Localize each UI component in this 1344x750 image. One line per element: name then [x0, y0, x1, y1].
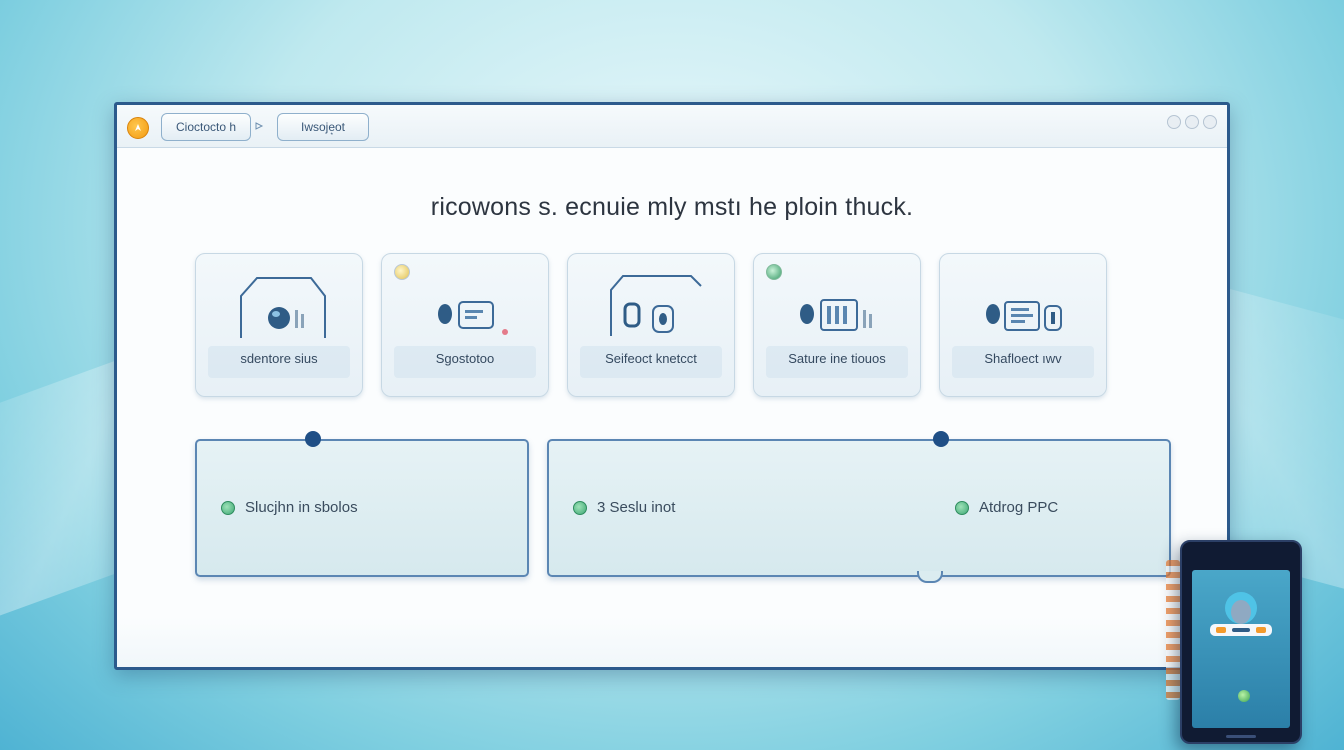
bottom-fade	[117, 617, 1227, 667]
feature-card[interactable]: Shafloect ıwv	[939, 253, 1107, 397]
tab-pin-icon[interactable]	[254, 121, 264, 131]
phone-device	[1180, 540, 1302, 744]
status-dot-icon	[955, 500, 969, 515]
tab-first[interactable]: Cioctocto h	[161, 113, 251, 141]
card-label: Sgostotoo	[435, 351, 495, 366]
status-dot-icon	[221, 500, 235, 515]
panel-handle[interactable]	[305, 431, 321, 447]
cable	[1166, 560, 1180, 700]
app-window: Cioctocto h Iwsoje͙ot ricowons s. ecnuie…	[114, 102, 1230, 670]
card-label: Seifeoct knetcct	[605, 351, 697, 366]
feature-card[interactable]: Sature ine tiouos	[753, 253, 921, 397]
panel-item[interactable]: Slucjhn in sbolos	[221, 499, 358, 516]
feature-card[interactable]: Sgostotoo	[381, 253, 549, 397]
phone-lock-icon	[568, 266, 734, 346]
title-bar: Cioctocto h Iwsoje͙ot	[117, 105, 1227, 148]
chat-device-icon	[382, 266, 548, 346]
status-dot-icon	[1238, 690, 1250, 702]
feature-card[interactable]: sdentore sius	[195, 253, 363, 397]
transfer-icon	[940, 266, 1106, 346]
panel-item[interactable]: 3 Seslu inot	[573, 499, 675, 516]
status-panel: Slucjhn in sbolos	[195, 431, 529, 577]
panel-handle[interactable]	[933, 431, 949, 447]
page-title: ricowons s. ecnuie mly mstı he ploin thu…	[430, 193, 914, 221]
panel-item-label: 3 Seslu inot	[597, 499, 676, 516]
phone-screen	[1192, 570, 1290, 728]
window-controls	[1167, 115, 1217, 129]
tab-second[interactable]: Iwsoje͙ot	[277, 113, 369, 141]
card-label: Shafloect ıwv	[984, 351, 1062, 366]
device-stack-icon	[754, 266, 920, 346]
app-logo-icon[interactable]	[127, 117, 149, 139]
home-indicator[interactable]	[1226, 735, 1256, 738]
feature-cards: sdentore sius Sgostotoo Seifeoct knetcct…	[187, 253, 1117, 413]
panel-item-label: Slucjhn in sbolos	[245, 499, 358, 516]
status-panel: 3 Seslu inot Atdrog PPC	[547, 431, 1171, 577]
minimize-icon[interactable]	[1167, 115, 1181, 129]
card-label: sdentore sius	[240, 351, 318, 366]
card-label: Sature ine tiouos	[788, 351, 886, 366]
scroll-notch[interactable]	[917, 571, 943, 583]
panel-item[interactable]: Atdrog PPC	[955, 499, 1058, 516]
phone-avatar-icon	[1210, 592, 1272, 636]
cloud-monitor-icon	[196, 266, 362, 346]
maximize-icon[interactable]	[1185, 115, 1199, 129]
feature-card[interactable]: Seifeoct knetcct	[567, 253, 735, 397]
close-icon[interactable]	[1203, 115, 1217, 129]
panel-item-label: Atdrog PPC	[979, 499, 1059, 516]
status-dot-icon	[573, 500, 587, 515]
